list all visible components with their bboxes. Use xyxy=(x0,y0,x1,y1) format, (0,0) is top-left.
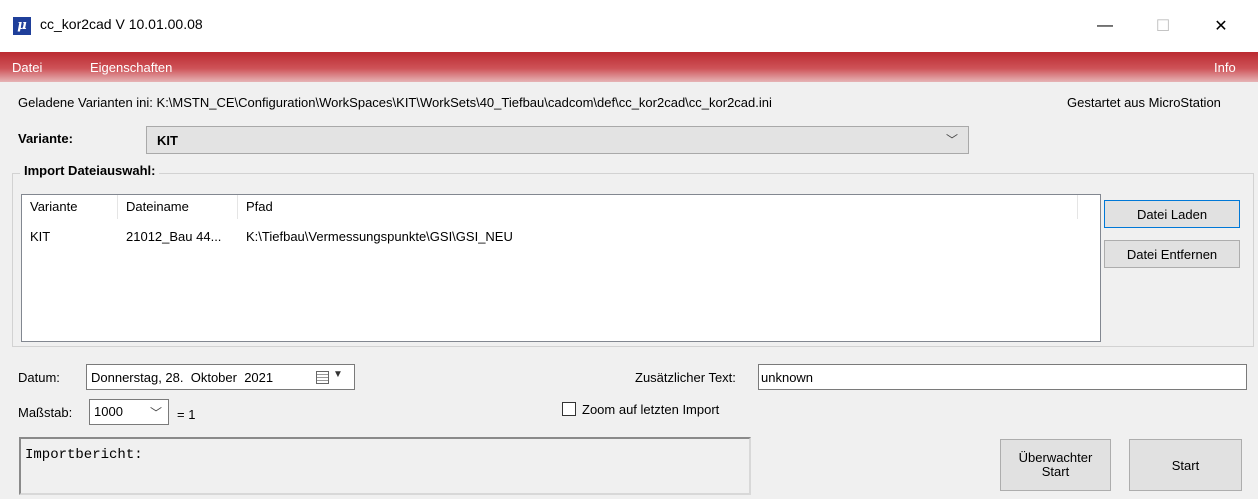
scale-value: 1000 xyxy=(94,404,123,419)
date-picker[interactable]: Donnerstag, 28. Oktober 2021 ▼ xyxy=(86,364,355,390)
import-file-list[interactable]: Variante Dateiname Pfad KIT 21012_Bau 44… xyxy=(21,194,1101,342)
zoom-checkbox[interactable] xyxy=(562,402,576,416)
remove-file-button[interactable]: Datei Entfernen xyxy=(1104,240,1240,268)
scale-label: Maßstab: xyxy=(18,405,73,420)
extra-text-input[interactable]: unknown xyxy=(758,364,1247,390)
title-bar: μ cc_kor2cad V 10.01.00.08 — ☐ ✕ xyxy=(0,0,1258,52)
maximize-button[interactable]: ☐ xyxy=(1140,0,1186,52)
column-header-dateiname[interactable]: Dateiname xyxy=(118,195,238,219)
watched-start-button[interactable]: Überwachter Start xyxy=(1000,439,1111,491)
window-title: cc_kor2cad V 10.01.00.08 xyxy=(40,16,203,32)
extra-text-value: unknown xyxy=(761,370,814,385)
import-report-box: Importbericht: xyxy=(19,437,751,495)
date-value: Donnerstag, 28. Oktober 2021 xyxy=(91,370,274,385)
ini-path-label: Geladene Varianten ini: K:\MSTN_CE\Confi… xyxy=(18,95,772,110)
extra-text-label: Zusätzlicher Text: xyxy=(635,370,736,385)
load-file-button[interactable]: Datei Laden xyxy=(1104,200,1240,228)
chevron-down-icon: ﹀ xyxy=(149,406,162,420)
close-button[interactable]: ✕ xyxy=(1198,0,1244,52)
watched-start-line2: Start xyxy=(1041,464,1070,479)
chevron-down-icon: ﹀ xyxy=(945,133,958,147)
import-group-title: Import Dateiauswahl: xyxy=(20,163,160,178)
date-label: Datum: xyxy=(18,370,60,385)
column-header-pfad[interactable]: Pfad xyxy=(238,195,1078,219)
dropdown-arrow-icon[interactable]: ▼ xyxy=(333,369,343,380)
calendar-icon[interactable] xyxy=(316,371,329,384)
app-icon: μ xyxy=(13,17,31,35)
cell-variante: KIT xyxy=(30,229,51,244)
start-button[interactable]: Start xyxy=(1129,439,1242,491)
minimize-button[interactable]: — xyxy=(1082,0,1128,52)
menu-datei[interactable]: Datei xyxy=(12,60,42,75)
menu-eigenschaften[interactable]: Eigenschaften xyxy=(90,60,172,75)
table-row[interactable]: KIT 21012_Bau 44... K:\Tiefbau\Vermessun… xyxy=(22,225,1100,245)
cell-dateiname: 21012_Bau 44... xyxy=(126,229,222,244)
zoom-checkbox-label[interactable]: Zoom auf letzten Import xyxy=(582,402,719,417)
scale-suffix: = 1 xyxy=(177,407,196,422)
cell-pfad: K:\Tiefbau\Vermessungspunkte\GSI\GSI_NEU xyxy=(246,229,513,244)
import-report-text: Importbericht: xyxy=(25,447,143,463)
started-from-label: Gestartet aus MicroStation xyxy=(1067,95,1221,110)
menu-bar: Datei Eigenschaften Info xyxy=(0,52,1258,82)
menu-info[interactable]: Info xyxy=(1214,60,1236,75)
variant-dropdown[interactable]: KIT ﹀ xyxy=(146,126,969,154)
scale-dropdown[interactable]: 1000 ﹀ xyxy=(89,399,169,425)
variant-selected-value: KIT xyxy=(157,133,178,148)
watched-start-line1: Überwachter xyxy=(1018,450,1093,465)
column-header-variante[interactable]: Variante xyxy=(22,195,118,219)
variant-label: Variante: xyxy=(18,131,73,146)
